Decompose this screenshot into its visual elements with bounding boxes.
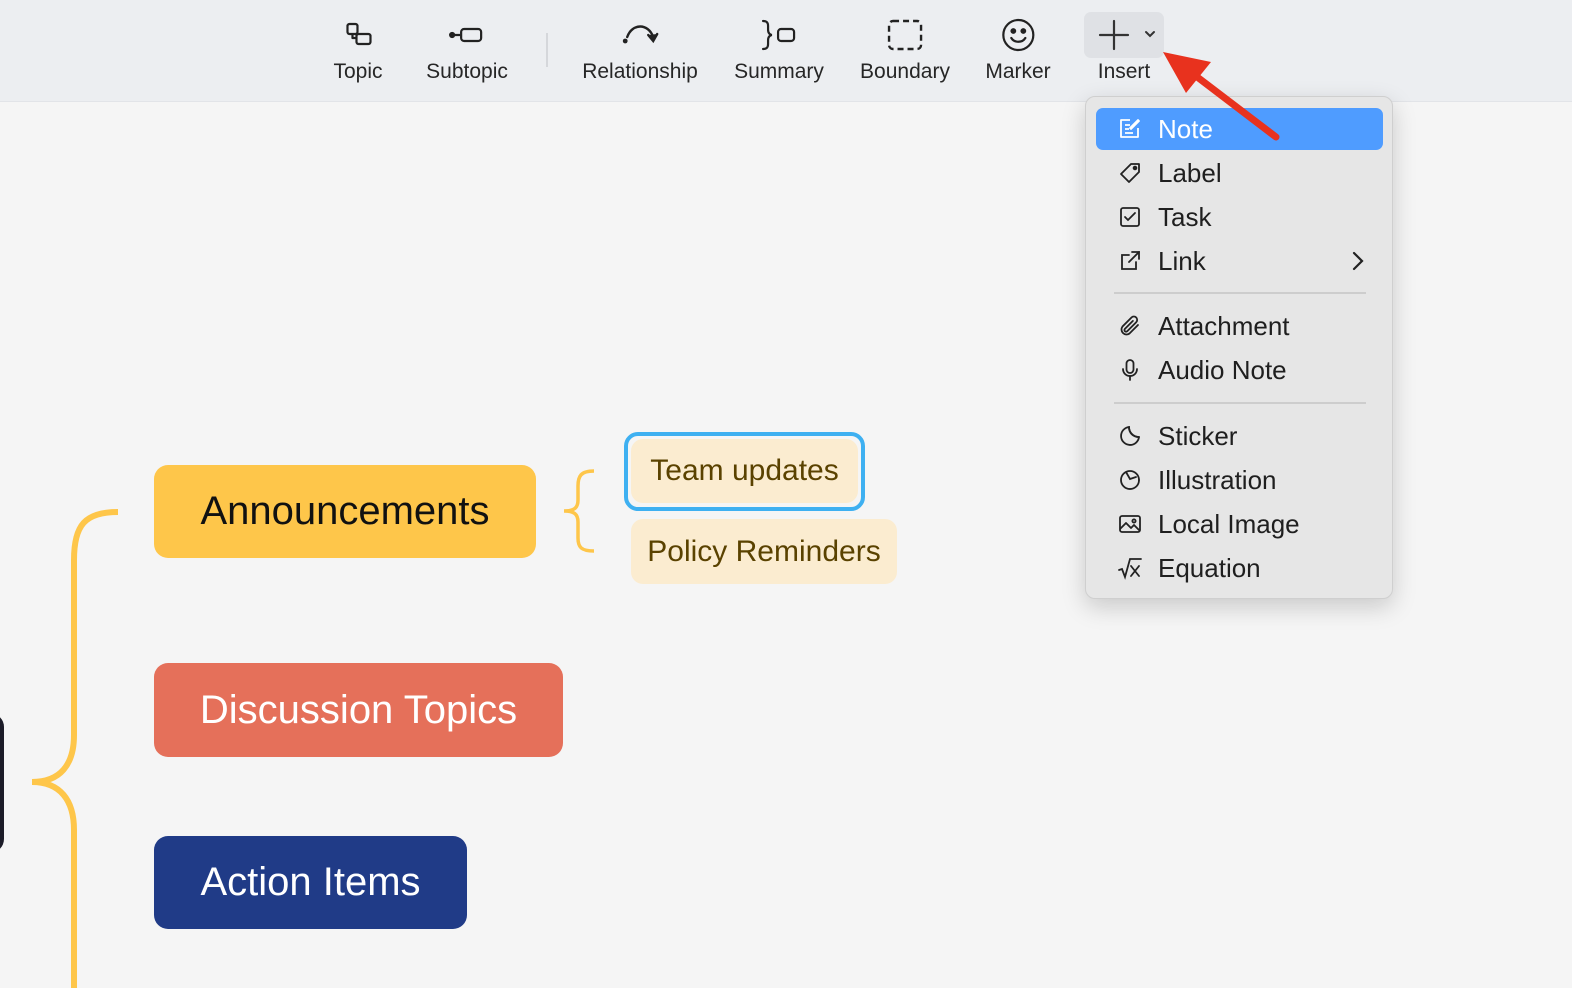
insert-plus-dropdown[interactable] (1084, 12, 1164, 58)
boundary-tool[interactable]: Boundary (860, 0, 950, 101)
menu-item-sticker-label: Sticker (1158, 420, 1238, 451)
summary-brace-icon (755, 12, 803, 58)
menu-item-link-label: Link (1158, 245, 1206, 276)
topic-discussion-topics[interactable]: Discussion Topics (154, 663, 563, 757)
insert-tool[interactable]: Insert (1084, 0, 1164, 101)
smiley-icon (994, 12, 1042, 58)
marker-label: Marker (985, 60, 1051, 83)
menu-item-illustration[interactable]: Illustration (1096, 459, 1383, 501)
subtopic-brace (563, 469, 595, 553)
subtopic-icon (443, 12, 491, 58)
relationship-label: Relationship (582, 60, 698, 83)
subtopic-label: Subtopic (426, 60, 508, 83)
chevron-down-icon (1145, 31, 1155, 38)
paperclip-icon (1116, 312, 1144, 340)
main-brace (31, 509, 119, 988)
subtopic-team-updates-text: Team updates (650, 454, 839, 487)
topic-announcements-text: Announcements (200, 489, 490, 533)
menu-item-sticker[interactable]: Sticker (1096, 415, 1383, 457)
central-topic-edge[interactable] (0, 713, 4, 853)
external-link-icon (1116, 247, 1144, 275)
relationship-curve-icon (616, 12, 664, 58)
menu-item-task[interactable]: Task (1096, 196, 1383, 238)
toolbar: Topic Subtopic Relationship Summary Boun… (0, 0, 1572, 102)
image-icon (1116, 510, 1144, 538)
summary-tool[interactable]: Summary (734, 0, 824, 101)
equation-icon (1116, 554, 1144, 582)
menu-item-local-image-label: Local Image (1158, 508, 1300, 539)
menu-item-note-label: Note (1158, 113, 1213, 144)
topic-action-items[interactable]: Action Items (154, 836, 467, 929)
insert-label: Insert (1097, 60, 1151, 83)
subtopic-tool[interactable]: Subtopic (426, 0, 508, 101)
topic-label: Topic (333, 60, 383, 83)
menu-separator (1114, 402, 1366, 404)
subtopic-policy-reminders[interactable]: Policy Reminders (631, 519, 897, 584)
menu-separator (1114, 292, 1366, 294)
topic-tool[interactable]: Topic (333, 0, 383, 101)
boundary-label: Boundary (860, 60, 950, 83)
relationship-tool[interactable]: Relationship (582, 0, 698, 101)
summary-label: Summary (734, 60, 824, 83)
plus-icon (1098, 19, 1130, 51)
note-edit-icon (1116, 115, 1144, 143)
toolbar-divider (546, 33, 548, 67)
sticker-icon (1116, 422, 1144, 450)
menu-item-local-image[interactable]: Local Image (1096, 503, 1383, 545)
topic-icon (334, 12, 382, 58)
menu-item-task-label: Task (1158, 201, 1212, 232)
topic-announcements[interactable]: Announcements (154, 465, 536, 558)
boundary-dashed-box-icon (881, 12, 929, 58)
marker-tool[interactable]: Marker (985, 0, 1051, 101)
subtopic-team-updates[interactable]: Team updates (631, 439, 858, 503)
menu-item-label[interactable]: Label (1096, 152, 1383, 194)
illustration-icon (1116, 466, 1144, 494)
menu-item-label-label: Label (1158, 157, 1222, 188)
microphone-icon (1116, 356, 1144, 384)
subtopic-policy-reminders-text: Policy Reminders (647, 534, 881, 568)
topic-discussion-topics-text: Discussion Topics (199, 687, 518, 732)
menu-item-audio-note[interactable]: Audio Note (1096, 349, 1383, 391)
chevron-right-icon (1351, 249, 1365, 280)
menu-item-equation[interactable]: Equation (1096, 547, 1383, 589)
menu-item-note[interactable]: Note (1096, 108, 1383, 150)
insert-dropdown-menu: Note Label Task Link Attachment Audio No… (1085, 96, 1393, 599)
menu-item-attachment-label: Attachment (1158, 310, 1290, 341)
tag-icon (1116, 159, 1144, 187)
topic-action-items-text: Action Items (200, 860, 421, 904)
menu-item-attachment[interactable]: Attachment (1096, 305, 1383, 347)
menu-item-equation-label: Equation (1158, 552, 1261, 583)
menu-item-illustration-label: Illustration (1158, 464, 1277, 495)
checkbox-icon (1116, 203, 1144, 231)
menu-item-link[interactable]: Link (1096, 240, 1383, 282)
menu-item-audio-note-label: Audio Note (1158, 354, 1287, 385)
